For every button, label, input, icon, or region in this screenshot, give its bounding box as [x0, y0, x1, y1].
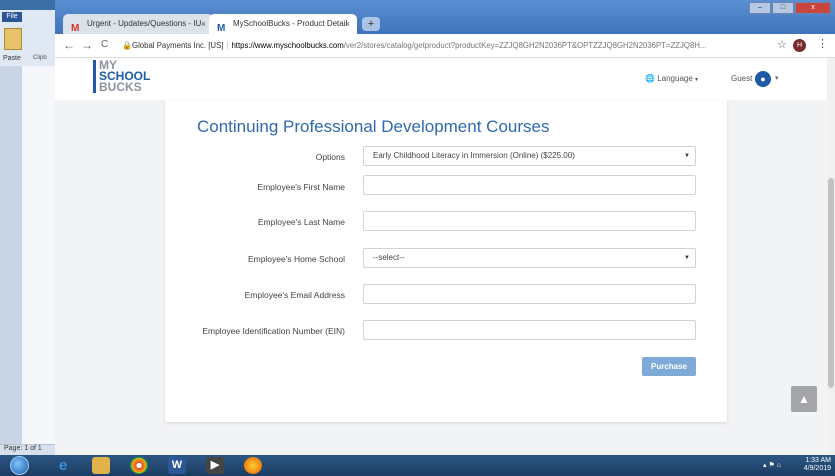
word-icon[interactable]: W	[168, 457, 186, 474]
word-clipboard-label: Clipb	[33, 55, 47, 61]
tab-label: Urgent - Updates/Questions - IU	[87, 19, 202, 28]
ie-icon[interactable]: e	[54, 457, 72, 474]
word-file-tab[interactable]: File	[2, 12, 22, 22]
close-window-button[interactable]: x	[795, 2, 831, 14]
browser-toolbar: ← → C 🔒 Global Payments Inc. [US] | https:…	[55, 34, 835, 58]
scroll-to-top-button[interactable]: ▲	[791, 386, 817, 412]
file-explorer-icon[interactable]	[92, 457, 110, 474]
firefox-icon[interactable]	[244, 457, 262, 474]
word-page	[22, 66, 58, 444]
window-controls: – □ x	[749, 2, 831, 14]
product-card: Continuing Professional Development Cour…	[165, 100, 727, 422]
chevron-down-icon: ▼	[684, 255, 690, 261]
home-school-value: --select--	[373, 253, 405, 262]
site-header: MY SCHOOL BUCKS 🌐 Language ▾ Guest ● ▾	[55, 58, 835, 100]
address-bar[interactable]: 🔒 Global Payments Inc. [US] | https://www.…	[120, 37, 792, 55]
system-tray-icons[interactable]: ▴ ⚑ ⌂	[763, 461, 781, 469]
language-label: Language	[657, 74, 693, 83]
word-paste-label: Paste	[3, 55, 21, 62]
ein-input[interactable]	[363, 320, 696, 340]
reload-button[interactable]: C	[101, 39, 108, 50]
tab-strip: M Urgent - Updates/Questions - IU × M My…	[55, 0, 835, 34]
myschoolbucks-logo[interactable]: MY SCHOOL BUCKS	[93, 59, 150, 94]
globe-icon: 🌐	[645, 74, 655, 83]
tab-label: MySchoolBucks - Product Detail	[233, 19, 348, 28]
gmail-icon: M	[71, 23, 80, 34]
first-name-input[interactable]	[363, 175, 696, 195]
close-icon[interactable]: ×	[201, 14, 206, 34]
new-tab-button[interactable]: +	[362, 17, 380, 31]
scrollbar-thumb[interactable]	[828, 178, 834, 388]
media-player-icon[interactable]: ▶	[206, 457, 224, 474]
clock-time: 1:33 AM	[805, 457, 831, 464]
options-value: Early Childhood Literacy in Immersion (O…	[373, 151, 575, 160]
first-name-label: Employee's First Name	[257, 182, 345, 192]
word-page-count: Page: 1 of 1	[4, 445, 42, 452]
home-school-select[interactable]: --select-- ▼	[363, 248, 696, 268]
clock-date: 4/9/2019	[803, 465, 831, 472]
paste-icon[interactable]	[4, 28, 22, 50]
close-icon[interactable]: ×	[345, 14, 350, 34]
minimize-button[interactable]: –	[749, 2, 771, 14]
ein-label: Employee Identification Number (EIN)	[202, 326, 345, 336]
chevron-down-icon[interactable]: ▾	[775, 74, 779, 82]
purchase-button[interactable]: Purchase	[642, 357, 696, 376]
chevron-down-icon: ▾	[695, 77, 699, 83]
lock-icon: 🔒	[122, 41, 132, 50]
chevron-up-icon: ▲	[798, 392, 810, 406]
myschoolbucks-icon: M	[217, 23, 226, 34]
maximize-button[interactable]: □	[772, 2, 794, 14]
browser-window: M Urgent - Updates/Questions - IU × M My…	[55, 0, 835, 455]
url-domain: https://www.myschoolbucks.com	[231, 41, 344, 50]
guest-label[interactable]: Guest	[731, 74, 752, 83]
clock[interactable]: 1:33 AM 4/9/2019	[804, 457, 831, 473]
last-name-label: Employee's Last Name	[257, 217, 345, 227]
tab-myschoolbucks[interactable]: M MySchoolBucks - Product Detail ×	[209, 14, 357, 34]
user-icon[interactable]: ●	[755, 71, 771, 87]
tab-gmail[interactable]: M Urgent - Updates/Questions - IU ×	[63, 14, 213, 34]
start-button[interactable]	[10, 456, 29, 475]
options-select[interactable]: Early Childhood Literacy in Immersion (O…	[363, 146, 696, 166]
language-menu[interactable]: 🌐 Language ▾	[645, 74, 698, 83]
bookmark-star-icon[interactable]: ☆	[777, 38, 787, 51]
menu-icon[interactable]: ⋮	[817, 37, 828, 50]
word-title-bar	[0, 0, 58, 10]
forward-button[interactable]: →	[81, 38, 93, 52]
chevron-down-icon: ▼	[684, 153, 690, 159]
profile-avatar[interactable]: H	[793, 39, 806, 52]
email-label: Employee's Email Address	[244, 290, 345, 300]
back-button[interactable]: ←	[63, 38, 75, 52]
email-input[interactable]	[363, 284, 696, 304]
last-name-input[interactable]	[363, 211, 696, 231]
certificate-name: Global Payments Inc. [US]	[132, 41, 224, 50]
url-path: /ver2/stores/catalog/getproduct?productK…	[343, 41, 707, 50]
page-scrollbar[interactable]	[827, 58, 835, 455]
page-title: Continuing Professional Development Cour…	[197, 117, 550, 136]
options-label: Options	[315, 152, 345, 162]
windows-taskbar: e W ▶ ▴ ⚑ ⌂ 1:33 AM 4/9/2019	[0, 455, 835, 476]
home-school-label: Employee's Home School	[247, 254, 345, 264]
logo-line: BUCKS	[99, 80, 142, 94]
chrome-icon[interactable]	[130, 457, 148, 474]
